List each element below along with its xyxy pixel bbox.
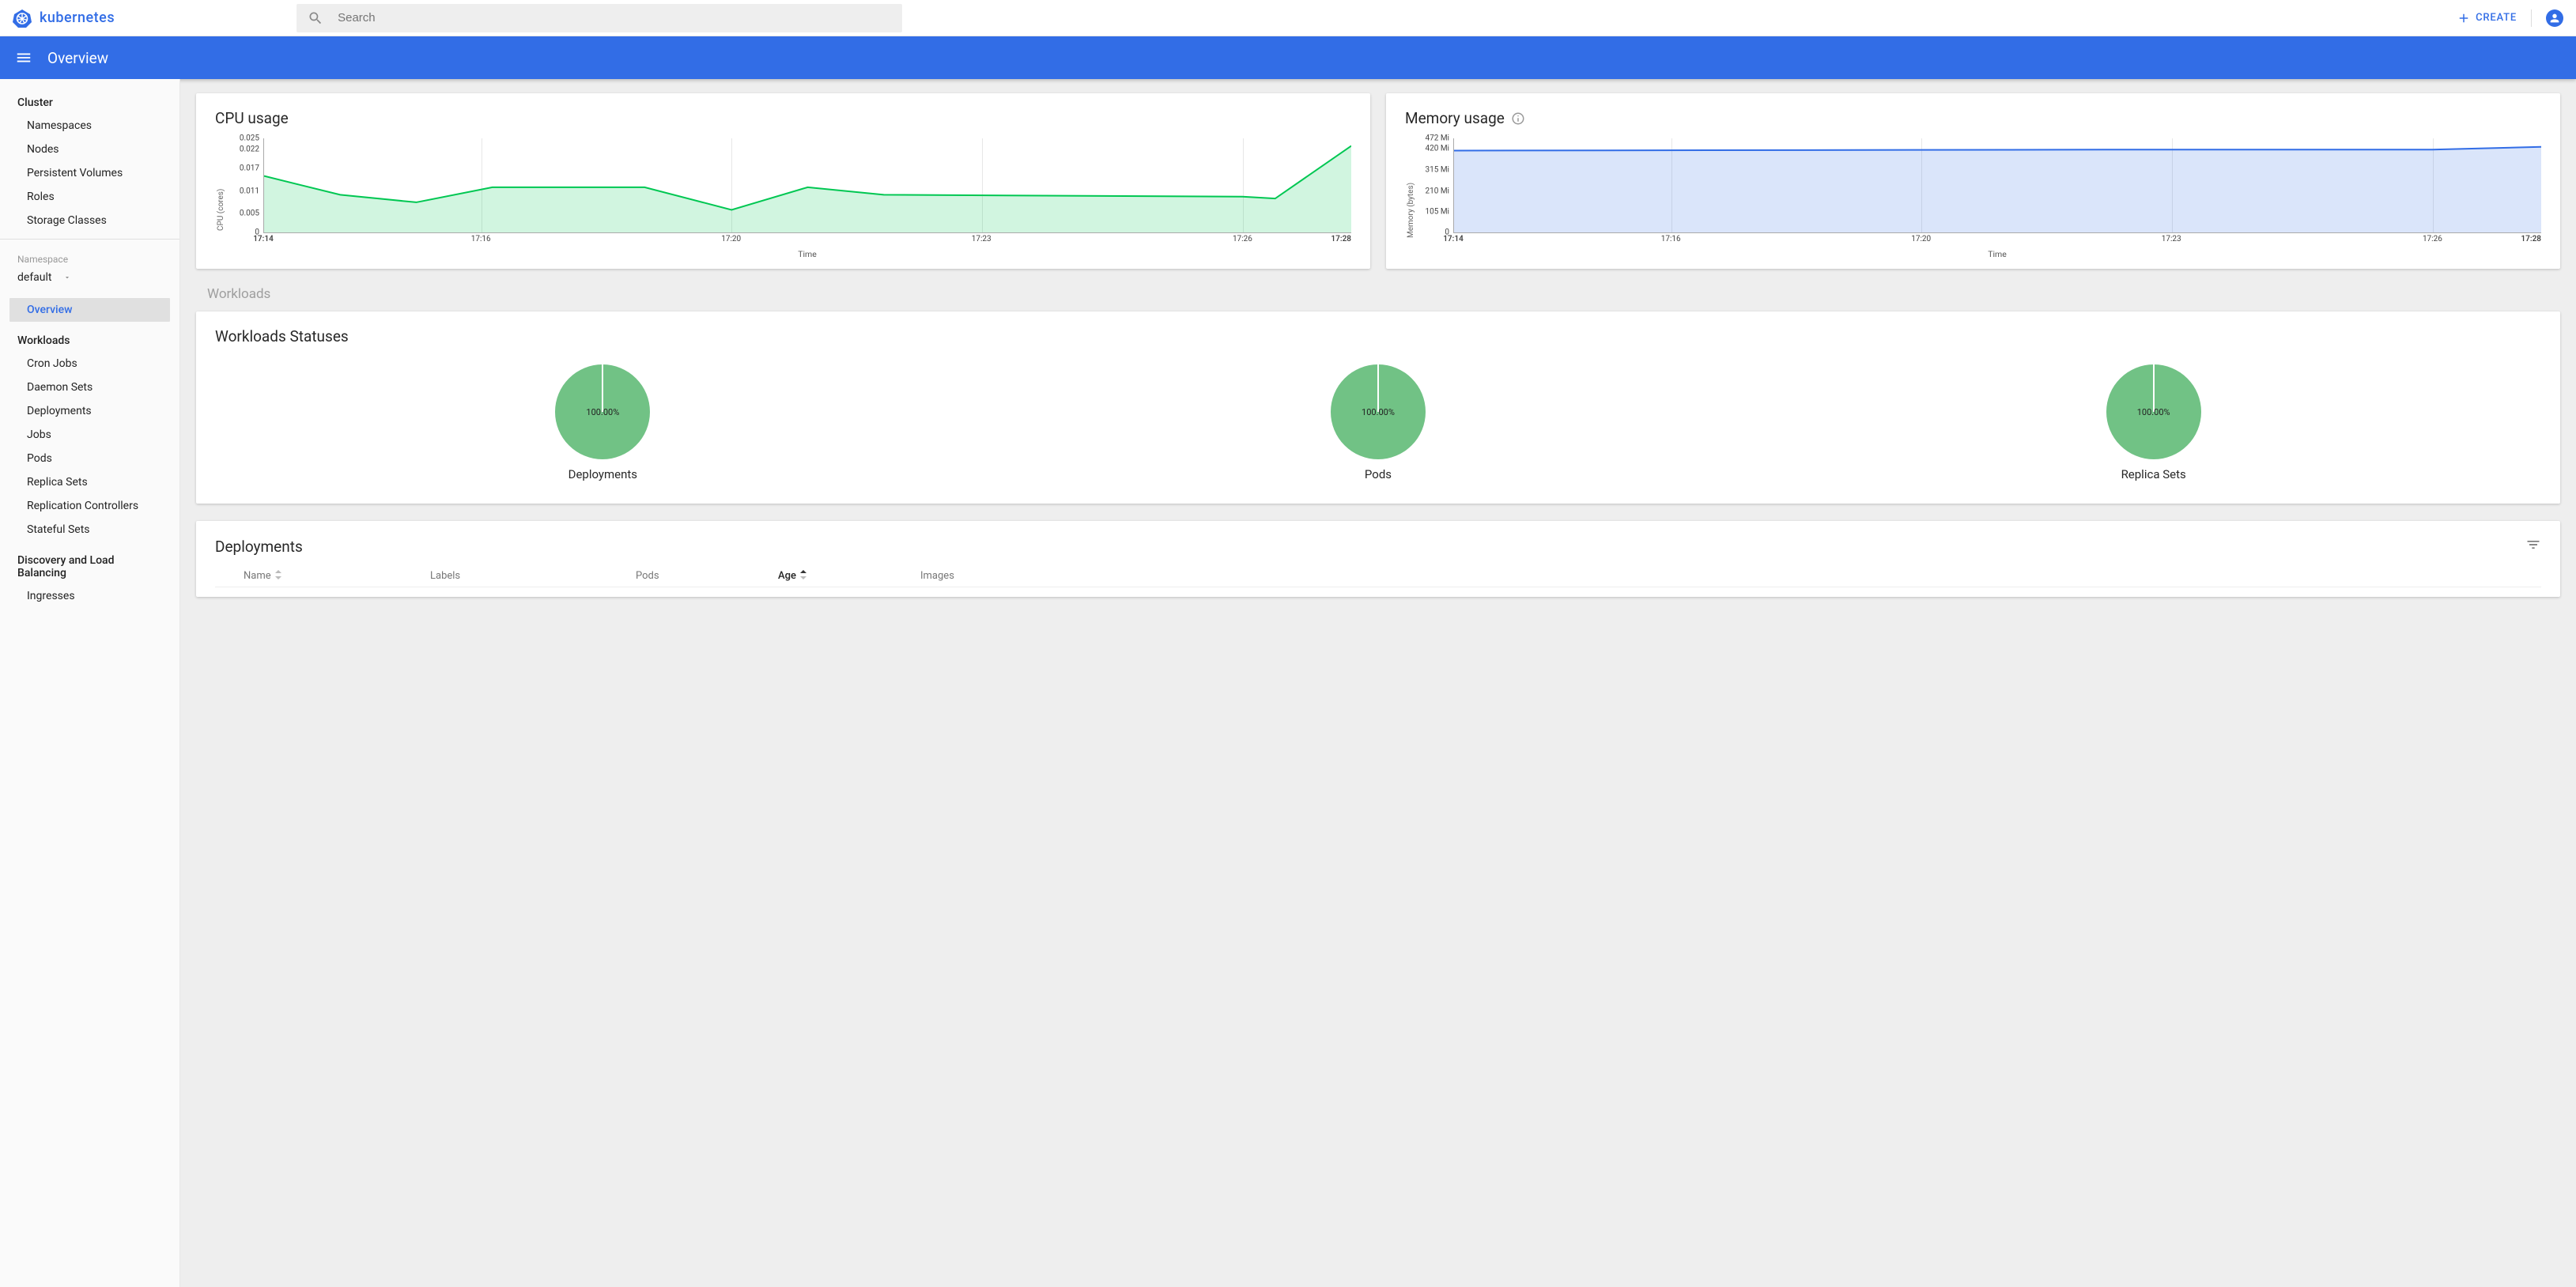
content: CPU usage CPU (cores) 0 0.005 0.011 0.01… — [180, 79, 2576, 1287]
cpu-xlabel: Time — [263, 249, 1351, 259]
sidebar-item-pods[interactable]: Pods — [0, 447, 179, 470]
sidebar-heading-workloads[interactable]: Workloads — [0, 326, 179, 352]
replica-sets-pie-label: Replica Sets — [2121, 467, 2186, 481]
replica-sets-pie: 100.00% — [2106, 364, 2201, 459]
memory-usage-card: Memory usage Memory (bytes) 0 105 Mi 210… — [1386, 93, 2560, 269]
pods-pie-label: Pods — [1365, 467, 1392, 481]
sidebar-item-cron-jobs[interactable]: Cron Jobs — [0, 352, 179, 376]
memory-chart: 0 105 Mi 210 Mi 315 Mi 420 Mi 472 Mi — [1453, 138, 2541, 233]
col-images[interactable]: Images — [920, 570, 2532, 582]
topbar: kubernetes CREATE — [0, 0, 2576, 36]
filter-button[interactable] — [2525, 537, 2541, 556]
namespace-selector[interactable]: default — [0, 265, 179, 290]
sidebar-item-overview[interactable]: Overview — [9, 298, 170, 322]
deployments-columns: Name Labels Pods Age Images — [215, 556, 2541, 587]
sidebar-item-persistent-volumes[interactable]: Persistent Volumes — [0, 161, 179, 185]
pods-pie: 100.00% — [1331, 364, 1426, 459]
divider — [2531, 9, 2532, 27]
create-label: CREATE — [2476, 12, 2517, 24]
sidebar-item-storage-classes[interactable]: Storage Classes — [0, 209, 179, 232]
deployments-pie-label: Deployments — [568, 467, 637, 481]
sidebar-item-deployments[interactable]: Deployments — [0, 399, 179, 423]
sidebar-item-replica-sets[interactable]: Replica Sets — [0, 470, 179, 494]
sidebar: Cluster Namespaces Nodes Persistent Volu… — [0, 79, 180, 1287]
search-input[interactable] — [323, 11, 891, 25]
info-icon[interactable] — [1511, 111, 1525, 126]
sidebar-item-roles[interactable]: Roles — [0, 185, 179, 209]
deployments-pie: 100.00% — [555, 364, 650, 459]
cpu-usage-title: CPU usage — [215, 109, 1351, 127]
chevron-down-icon — [63, 274, 71, 281]
cpu-ylabel: CPU (cores) — [215, 138, 225, 259]
workloads-statuses-title: Workloads Statuses — [215, 327, 2541, 345]
sort-icon — [274, 570, 282, 582]
sidebar-heading-dlb[interactable]: Discovery and Load Balancing — [0, 546, 179, 584]
sidebar-heading-cluster[interactable]: Cluster — [0, 89, 179, 114]
sidebar-item-jobs[interactable]: Jobs — [0, 423, 179, 447]
sidebar-item-ingresses[interactable]: Ingresses — [0, 584, 179, 608]
search-box[interactable] — [297, 4, 902, 32]
mem-ylabel: Memory (bytes) — [1405, 138, 1415, 259]
action-bar: Overview — [0, 36, 2576, 79]
hamburger-icon — [15, 49, 32, 66]
filter-list-icon — [2525, 537, 2541, 553]
cpu-usage-card: CPU usage CPU (cores) 0 0.005 0.011 0.01… — [196, 93, 1370, 269]
person-icon — [2548, 12, 2561, 25]
sidebar-item-nodes[interactable]: Nodes — [0, 138, 179, 161]
mem-xlabel: Time — [1453, 249, 2541, 259]
col-labels[interactable]: Labels — [430, 570, 636, 582]
plus-icon — [2457, 11, 2471, 25]
namespace-label: Namespace — [0, 246, 179, 265]
col-age[interactable]: Age — [778, 570, 920, 582]
brand-name: kubernetes — [40, 9, 115, 26]
menu-button[interactable] — [13, 47, 35, 69]
section-workloads: Workloads — [207, 286, 2560, 302]
sidebar-item-namespaces[interactable]: Namespaces — [0, 114, 179, 138]
deployments-card: Deployments Name Labels Pods Age — [196, 521, 2560, 597]
memory-usage-title: Memory usage — [1405, 109, 1505, 127]
col-pods[interactable]: Pods — [636, 570, 778, 582]
brand[interactable]: kubernetes — [13, 9, 115, 28]
col-name[interactable]: Name — [225, 570, 430, 582]
sidebar-item-stateful-sets[interactable]: Stateful Sets — [0, 518, 179, 542]
deployments-title: Deployments — [215, 538, 303, 556]
kubernetes-logo-icon — [13, 9, 32, 28]
user-avatar[interactable] — [2546, 9, 2563, 27]
cpu-chart: 0 0.005 0.011 0.017 0.022 0.025 — [263, 138, 1351, 233]
sidebar-item-daemon-sets[interactable]: Daemon Sets — [0, 376, 179, 399]
page-title: Overview — [47, 49, 108, 67]
workloads-statuses-card: Workloads Statuses 100.00% Deployments 1… — [196, 311, 2560, 504]
namespace-value: default — [17, 271, 52, 284]
create-button[interactable]: CREATE — [2457, 11, 2517, 25]
sidebar-item-replication-controllers[interactable]: Replication Controllers — [0, 494, 179, 518]
search-icon — [308, 10, 323, 26]
sort-icon — [799, 570, 807, 582]
